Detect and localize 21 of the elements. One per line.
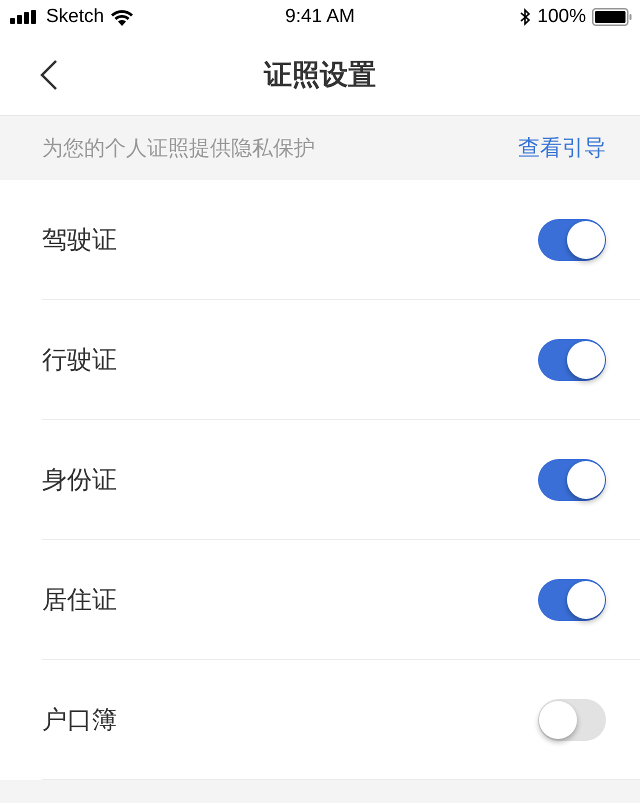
toggle-switch[interactable]	[538, 698, 606, 740]
document-label: 居住证	[42, 584, 117, 616]
battery-icon	[592, 8, 632, 26]
privacy-hint: 为您的个人证照提供隐私保护	[42, 135, 315, 162]
document-label: 户口簿	[42, 704, 117, 736]
battery-percent: 100%	[537, 6, 586, 28]
bluetooth-icon	[520, 8, 532, 26]
document-label: 身份证	[42, 464, 117, 496]
back-button[interactable]	[38, 58, 60, 92]
guide-link[interactable]: 查看引导	[518, 133, 606, 163]
carrier-name: Sketch	[46, 6, 104, 28]
document-label: 驾驶证	[42, 224, 117, 256]
toggle-switch[interactable]	[538, 578, 606, 620]
toggle-switch[interactable]	[538, 458, 606, 500]
clock-time: 9:41 AM	[285, 6, 355, 28]
back-icon	[40, 60, 58, 90]
toggle-switch[interactable]	[538, 218, 606, 260]
wifi-icon	[110, 8, 134, 26]
document-label: 行驶证	[42, 344, 117, 376]
toggle-switch[interactable]	[538, 338, 606, 380]
page-title: 证照设置	[264, 56, 376, 92]
